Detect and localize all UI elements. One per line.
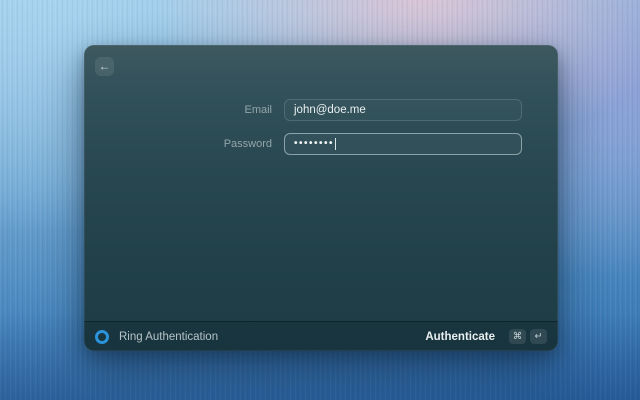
password-input[interactable]: •••••••• <box>284 133 522 155</box>
password-value: •••••••• <box>294 133 334 155</box>
text-cursor <box>335 138 336 150</box>
footer-bar: Ring Authentication Authenticate ⌘ ↵ <box>84 321 558 351</box>
email-input[interactable]: john@doe.me <box>284 99 522 121</box>
app-name: Ring Authentication <box>119 331 218 343</box>
email-label: Email <box>84 104 272 116</box>
email-row: Email john@doe.me <box>84 99 558 121</box>
ring-icon <box>95 330 109 344</box>
return-key-icon: ↵ <box>530 329 547 344</box>
login-form: Email john@doe.me Password •••••••• <box>84 99 558 167</box>
arrow-left-icon: ← <box>99 59 111 73</box>
command-key-icon: ⌘ <box>509 329 526 344</box>
password-label: Password <box>84 138 272 150</box>
email-value: john@doe.me <box>294 104 366 116</box>
back-button[interactable]: ← <box>95 57 114 76</box>
auth-window: ← Email john@doe.me Password •••••••• Ri… <box>84 45 558 351</box>
authenticate-button[interactable]: Authenticate <box>425 331 495 343</box>
password-row: Password •••••••• <box>84 133 558 155</box>
